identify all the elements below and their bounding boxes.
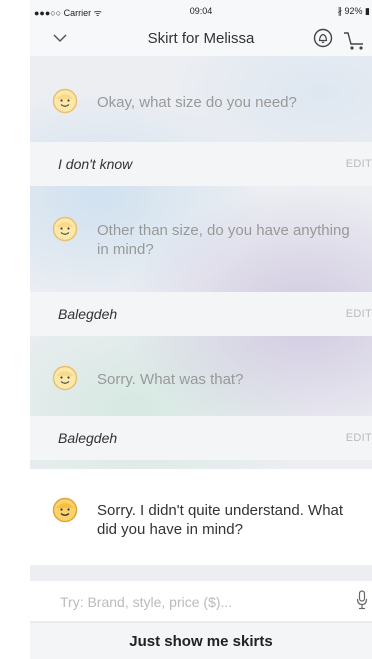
smiley-face-icon bbox=[52, 216, 78, 242]
bot-message: Okay, what size do you need? bbox=[30, 86, 372, 120]
bot-message: Other than size, do you have anything in… bbox=[30, 213, 372, 263]
chat-input-row bbox=[30, 581, 372, 623]
nav-bar: Skirt for Melissa bbox=[30, 20, 372, 56]
edit-button[interactable]: EDIT bbox=[346, 308, 372, 320]
microphone-icon[interactable] bbox=[356, 589, 368, 611]
user-answer: Balegdeh EDIT bbox=[30, 292, 372, 336]
bot-message-text: Sorry. What was that? bbox=[97, 371, 244, 388]
cart-icon[interactable] bbox=[343, 29, 367, 51]
bot-message-text: Other than size, do you have anything in… bbox=[97, 222, 350, 258]
smiley-face-icon bbox=[52, 88, 78, 114]
current-bot-message: Sorry. I didn't quite understand. What d… bbox=[30, 469, 372, 565]
answer-text: I don't know bbox=[58, 156, 133, 172]
smiley-face-icon bbox=[52, 365, 78, 391]
bot-message: Sorry. I didn't quite understand. What d… bbox=[30, 493, 372, 543]
battery-status: ∦ 92% ▮ bbox=[337, 6, 370, 16]
notification-icon[interactable] bbox=[313, 28, 333, 48]
bot-message: Sorry. What was that? bbox=[30, 363, 372, 397]
answer-text: Balegdeh bbox=[58, 306, 118, 322]
chat-input[interactable] bbox=[58, 581, 332, 623]
smiley-face-icon bbox=[52, 497, 78, 523]
status-bar: ●●●○○ Carrier ᯤ 09:04 ∦ 92% ▮ bbox=[30, 0, 372, 20]
chat-screen: ●●●○○ Carrier ᯤ 09:04 ∦ 92% ▮ Skirt for … bbox=[30, 0, 372, 659]
user-answer: Balegdeh EDIT bbox=[30, 416, 372, 460]
show-skirts-button[interactable]: Just show me skirts bbox=[30, 622, 372, 659]
edit-button[interactable]: EDIT bbox=[346, 158, 372, 170]
answer-text: Balegdeh bbox=[58, 430, 118, 446]
edit-button[interactable]: EDIT bbox=[346, 432, 372, 444]
status-time: 09:04 bbox=[189, 6, 213, 16]
bot-message-text: Sorry. I didn't quite understand. What d… bbox=[97, 502, 344, 538]
user-answer: I don't know EDIT bbox=[30, 142, 372, 186]
bot-message-text: Okay, what size do you need? bbox=[97, 94, 297, 111]
